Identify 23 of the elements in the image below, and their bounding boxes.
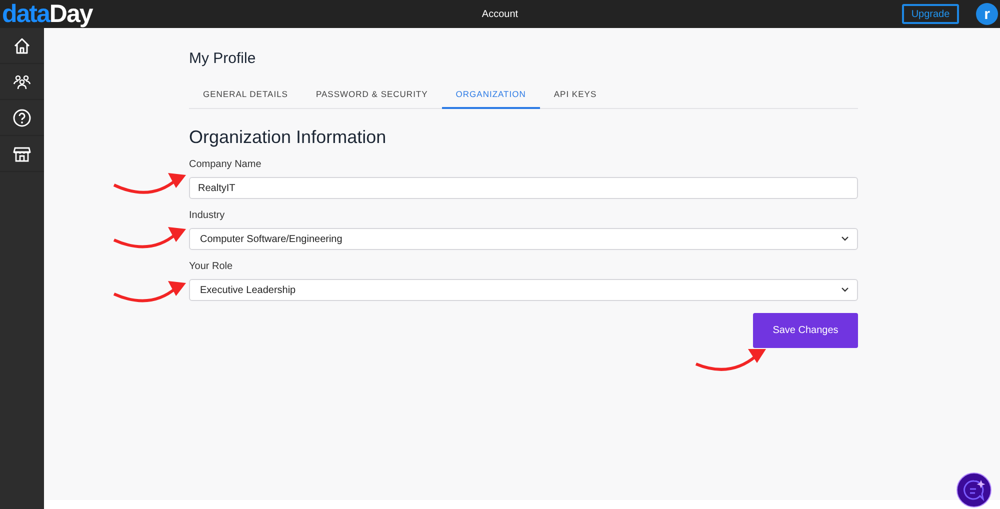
field-label: Industry bbox=[189, 209, 226, 221]
page-title: My Profile bbox=[189, 49, 257, 69]
avatar[interactable]: r bbox=[976, 3, 998, 25]
chevron-down-icon bbox=[841, 287, 849, 293]
home-icon bbox=[12, 36, 32, 56]
save-changes-button[interactable]: Save Changes bbox=[753, 313, 858, 348]
tab[interactable]: ORGANIZATION bbox=[442, 81, 540, 109]
annotation-arrow bbox=[695, 349, 766, 371]
upgrade-button[interactable]: Upgrade bbox=[902, 4, 959, 24]
chevron-down-icon bbox=[841, 236, 849, 242]
select-field[interactable]: Computer Software/Engineering bbox=[189, 228, 858, 250]
field-label: Company Name bbox=[189, 158, 262, 170]
logo[interactable]: dataDay bbox=[2, 2, 92, 26]
tab[interactable]: API KEYS bbox=[540, 81, 611, 109]
help-icon bbox=[12, 108, 32, 128]
page-header-title: Account bbox=[482, 8, 518, 22]
tab[interactable]: PASSWORD & SECURITY bbox=[302, 81, 442, 109]
section-title: Organization Information bbox=[189, 126, 388, 149]
tab[interactable]: GENERAL DETAILS bbox=[189, 81, 302, 109]
input-field[interactable]: RealtyIT bbox=[189, 177, 858, 199]
field-label: Your Role bbox=[189, 260, 234, 272]
chat-assistant-icon[interactable] bbox=[956, 472, 992, 508]
select-field[interactable]: Executive Leadership bbox=[189, 279, 858, 301]
